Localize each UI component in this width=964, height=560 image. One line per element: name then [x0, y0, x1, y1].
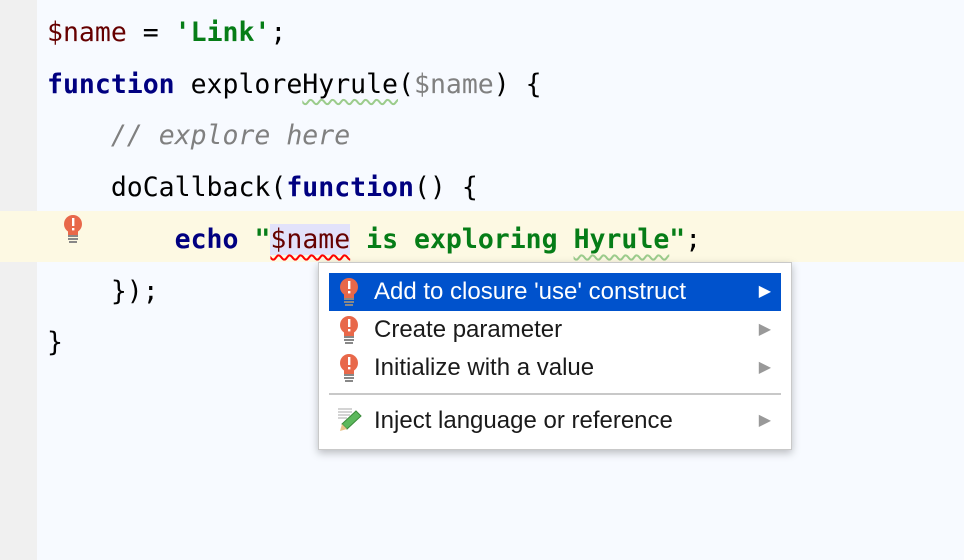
- code-token: ;: [270, 17, 287, 48]
- code-token: $name: [413, 68, 494, 100]
- code-token: (: [398, 68, 414, 100]
- code-token: is exploring: [350, 223, 574, 255]
- code-token: 'Link': [174, 17, 271, 48]
- code-line: });: [47, 266, 159, 318]
- code-line: doCallback(function() {: [47, 162, 478, 214]
- code-line: echo "$name is exploring Hyrule";: [47, 214, 701, 266]
- code-token: }: [47, 327, 63, 359]
- code-token: $name: [270, 223, 351, 255]
- menu-item[interactable]: Initialize with a value ▶: [329, 349, 781, 387]
- code-token: echo: [174, 223, 239, 255]
- menu-item-label: Inject language or reference: [374, 407, 673, 434]
- code-token: Hyrule: [573, 223, 670, 255]
- error-bulb-icon[interactable]: [62, 214, 84, 244]
- code-token: $name: [47, 17, 127, 48]
- code-line: function exploreHyrule($name) {: [47, 59, 542, 111]
- code-token: ": [669, 223, 686, 255]
- submenu-arrow-icon: ▶: [758, 359, 771, 376]
- menu-item-label: Initialize with a value: [374, 354, 595, 381]
- menu-item[interactable]: Create parameter ▶: [329, 311, 781, 349]
- menu-item[interactable]: Inject language or reference ▶: [329, 402, 781, 440]
- code-token: Hyrule: [302, 68, 399, 100]
- code-line: }: [47, 317, 63, 369]
- intention-actions-popup: Add to closure 'use' construct ▶ Create pa…: [318, 262, 792, 450]
- error-bulb-icon: [338, 353, 360, 395]
- code-line: // explore here: [47, 110, 350, 162]
- code-token: doCallback(: [47, 172, 287, 204]
- pencil-icon: [338, 406, 362, 444]
- code-token: () {: [413, 172, 478, 204]
- submenu-arrow-icon: ▶: [758, 283, 771, 300]
- code-token: // explore here: [110, 120, 351, 152]
- menu-item[interactable]: Add to closure 'use' construct ▶: [329, 273, 781, 311]
- code-token: ) {: [493, 68, 542, 100]
- code-token: ": [254, 223, 271, 255]
- menu-item-label: Create parameter: [374, 316, 563, 343]
- submenu-arrow-icon: ▶: [758, 321, 771, 338]
- menu-separator: [329, 393, 781, 395]
- menu-item-label: Add to closure 'use' construct: [374, 278, 686, 305]
- submenu-arrow-icon: ▶: [758, 412, 771, 429]
- code-token: ;: [685, 223, 702, 255]
- code-token: explore: [174, 68, 303, 100]
- code-token: });: [47, 275, 159, 307]
- editor-gutter: [0, 0, 37, 560]
- code-token: function: [286, 172, 414, 204]
- code-token: function: [47, 68, 175, 100]
- code-token: =: [126, 17, 175, 48]
- code-line: $name = 'Link';: [47, 7, 286, 59]
